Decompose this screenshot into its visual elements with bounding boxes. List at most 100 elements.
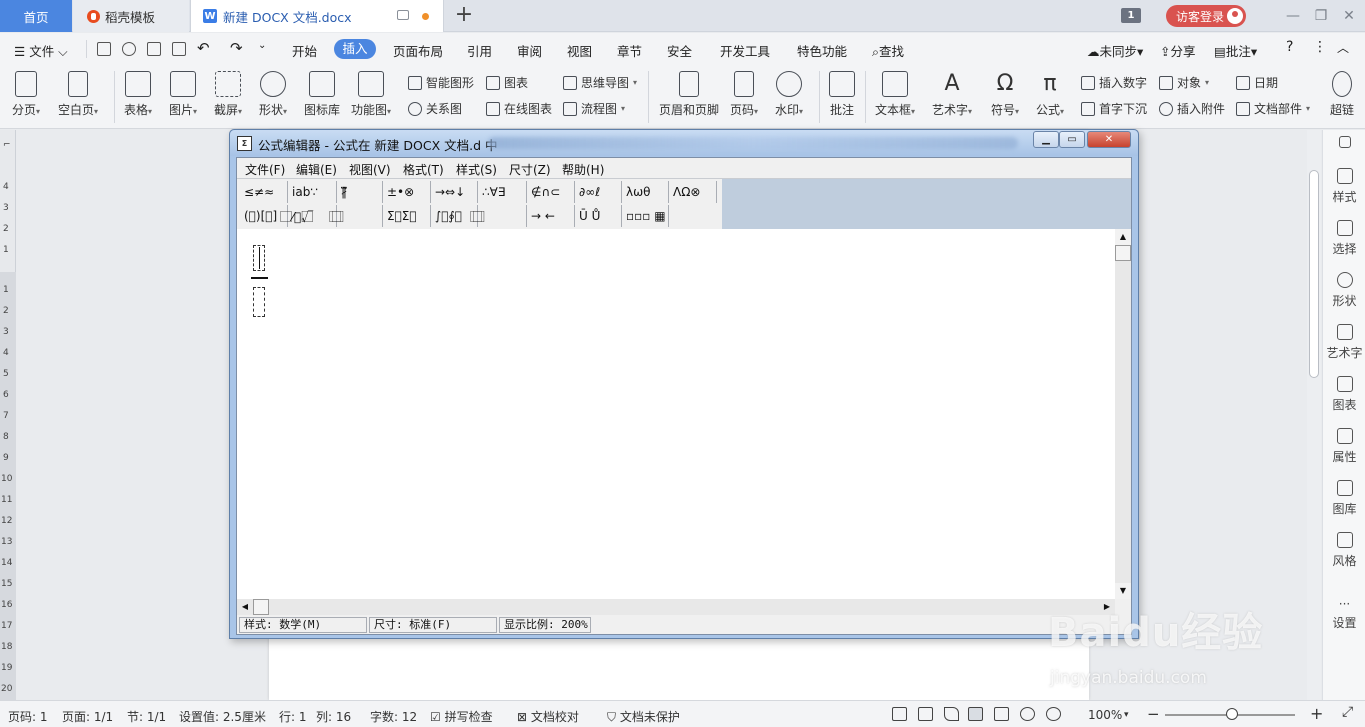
drop-cap-button[interactable]: 首字下沉 — [1081, 100, 1147, 117]
print-preview-icon[interactable] — [172, 42, 186, 56]
cloud-icon[interactable] — [122, 42, 136, 56]
eq-maximize-icon[interactable]: ▭ — [1059, 131, 1085, 148]
zoom-level[interactable]: 100% — [1088, 708, 1122, 722]
status-word-count[interactable]: 字数: 12 — [370, 708, 417, 725]
blank-page-button[interactable]: 空白页▾ — [58, 71, 98, 118]
date-button[interactable]: 日期 — [1236, 74, 1278, 91]
eq-menu-format[interactable]: 格式(T) — [403, 161, 444, 178]
bar-templates-button[interactable]: ⃞ ⃞ — [478, 205, 527, 227]
logic-palette-button[interactable]: ∴∀∃ — [478, 181, 527, 203]
status-page-number[interactable]: 页码: 1 — [8, 708, 48, 725]
fraction-radical-templates-button[interactable]: ⃞⁄⃞√⃞ — [288, 205, 337, 227]
eq-menu-help[interactable]: 帮助(H) — [562, 161, 604, 178]
monitor-icon[interactable] — [397, 10, 409, 20]
formula-button[interactable]: π 公式▾ — [1036, 71, 1064, 118]
sidebar-item-theme[interactable]: 风格 — [1323, 532, 1365, 569]
document-vertical-scrollbar[interactable] — [1307, 130, 1321, 700]
labeled-arrow-templates-button[interactable]: → ← — [527, 205, 575, 227]
arrows-palette-button[interactable]: →⇔↓ — [431, 181, 478, 203]
more-icon[interactable]: ⋮ — [1313, 39, 1327, 55]
online-chart-button[interactable]: 在线图表 — [486, 100, 552, 117]
watermark-button[interactable]: 水印▾ — [775, 71, 803, 118]
fullscreen-icon[interactable] — [892, 707, 907, 721]
wordart-button[interactable]: A 艺术字▾ — [932, 71, 972, 118]
equation-edit-area[interactable] — [237, 229, 1115, 599]
integral-templates-button[interactable]: ∫⃞∮⃞ — [431, 205, 478, 227]
summation-templates-button[interactable]: Σ⃞Σ⃞ — [383, 205, 431, 227]
tab-document[interactable]: W 新建 DOCX 文档.docx — [190, 0, 444, 32]
object-button[interactable]: 对象 ▾ — [1159, 74, 1209, 91]
eq-menu-edit[interactable]: 编辑(E) — [296, 161, 337, 178]
doc-parts-button[interactable]: 文档部件 ▾ — [1236, 100, 1310, 117]
tab-template[interactable]: 稻壳模板 — [73, 0, 189, 32]
menu-view[interactable]: 视图 — [567, 41, 592, 60]
menu-start[interactable]: 开始 — [292, 41, 317, 60]
protection-button[interactable]: ⛉ 文档未保护 — [607, 708, 680, 725]
eye-protection-icon[interactable] — [1046, 707, 1061, 721]
sidebar-item-property[interactable]: 属性 — [1323, 428, 1365, 465]
login-button[interactable]: 访客登录 — [1166, 5, 1246, 27]
flow-chart-button[interactable]: 流程图 ▾ — [563, 100, 625, 117]
quick-access-dropdown-icon[interactable]: ⌄ — [258, 40, 266, 51]
page-view-icon[interactable] — [968, 707, 983, 721]
table-button[interactable]: 表格▾ — [124, 71, 152, 118]
restore-icon[interactable]: ❐ — [1311, 6, 1331, 26]
zoom-dropdown-icon[interactable]: ▾ — [1124, 710, 1129, 720]
sidebar-item-select[interactable]: 选择 — [1323, 220, 1365, 257]
func-chart-button[interactable]: 功能图▾ — [351, 71, 391, 118]
help-icon[interactable]: ? — [1286, 39, 1293, 55]
page-break-button[interactable]: 分页▾ — [12, 71, 40, 118]
header-footer-button[interactable]: 页眉和页脚 — [659, 71, 719, 118]
eq-scroll-thumb[interactable] — [1115, 245, 1131, 261]
operators-palette-button[interactable]: ±•⊗ — [383, 181, 431, 203]
eq-menu-view[interactable]: 视图(V) — [349, 161, 391, 178]
shape-button[interactable]: 形状▾ — [259, 71, 287, 118]
page-num-button[interactable]: 页码▾ — [730, 71, 758, 118]
spell-check-button[interactable]: ☑ 拼写检查 — [430, 708, 493, 725]
greek-lower-palette-button[interactable]: λωθ — [622, 181, 669, 203]
textbox-button[interactable]: 文本框▾ — [875, 71, 915, 118]
sidebar-item-settings[interactable]: ··· 设置 — [1323, 598, 1365, 631]
eq-hscroll-thumb[interactable] — [253, 599, 269, 615]
share-button[interactable]: ⇪分享 — [1160, 41, 1196, 60]
eq-horizontal-scrollbar[interactable]: ◀ ▶ — [237, 599, 1115, 615]
web-view-icon[interactable] — [1020, 707, 1035, 721]
screenshot-button[interactable]: 截屏▾ — [214, 71, 242, 118]
close-icon[interactable]: ✕ — [1339, 6, 1359, 26]
equation-editor-titlebar[interactable]: Σ 公式编辑器 - 公式在 新建 DOCX 文档.d 中 ▁ ▭ ✕ — [230, 130, 1138, 156]
scroll-left-icon[interactable]: ◀ — [237, 599, 253, 615]
eq-menu-size[interactable]: 尺寸(Z) — [509, 161, 551, 178]
menu-special[interactable]: 特色功能 — [797, 41, 847, 60]
window-count-badge[interactable]: 1 — [1121, 8, 1141, 23]
status-section[interactable]: 节: 1/1 — [127, 708, 166, 725]
status-expand-icon[interactable]: ⤢ — [1342, 704, 1353, 720]
mind-map-button[interactable]: 思维导图 ▾ — [563, 74, 637, 91]
sidebar-collapse-icon[interactable] — [1323, 136, 1365, 152]
icon-lib-button[interactable]: 图标库 — [304, 71, 340, 118]
edit-mode-icon[interactable] — [944, 707, 959, 721]
menu-developer[interactable]: 开发工具 — [720, 41, 770, 60]
attachment-button[interactable]: 插入附件 — [1159, 100, 1225, 117]
eq-menu-file[interactable]: 文件(F) — [245, 161, 285, 178]
set-theory-palette-button[interactable]: ∉∩⊂ — [527, 181, 575, 203]
menu-chapter[interactable]: 章节 — [617, 41, 642, 60]
minimize-icon[interactable]: — — [1283, 6, 1303, 26]
hyperlink-button[interactable]: 超链 — [1330, 71, 1354, 118]
sync-button[interactable]: ☁未同步▾ — [1087, 41, 1143, 60]
menu-page-layout[interactable]: 页面布局 — [393, 41, 443, 60]
sidebar-item-wordart[interactable]: 艺术字 — [1323, 324, 1365, 361]
menu-review[interactable]: 审阅 — [517, 41, 542, 60]
fence-templates-button[interactable]: (⃞)[⃞] — [240, 205, 288, 227]
menu-insert[interactable]: 插入 — [334, 39, 376, 59]
scroll-up-icon[interactable]: ▲ — [1115, 229, 1131, 245]
status-column[interactable]: 列: 16 — [316, 708, 351, 725]
zoom-in-icon[interactable]: + — [1310, 704, 1323, 723]
file-menu[interactable]: ☰ 文件 ⌵ — [14, 41, 68, 60]
scrollbar-thumb[interactable] — [1309, 170, 1319, 378]
status-pages[interactable]: 页面: 1/1 — [62, 708, 113, 725]
sidebar-item-shape[interactable]: 形状 — [1323, 272, 1365, 309]
menu-reference[interactable]: 引用 — [467, 41, 492, 60]
picture-button[interactable]: 图片▾ — [169, 71, 197, 118]
sidebar-item-chart[interactable]: 图表 — [1323, 376, 1365, 413]
new-tab-button[interactable]: + — [452, 4, 476, 26]
